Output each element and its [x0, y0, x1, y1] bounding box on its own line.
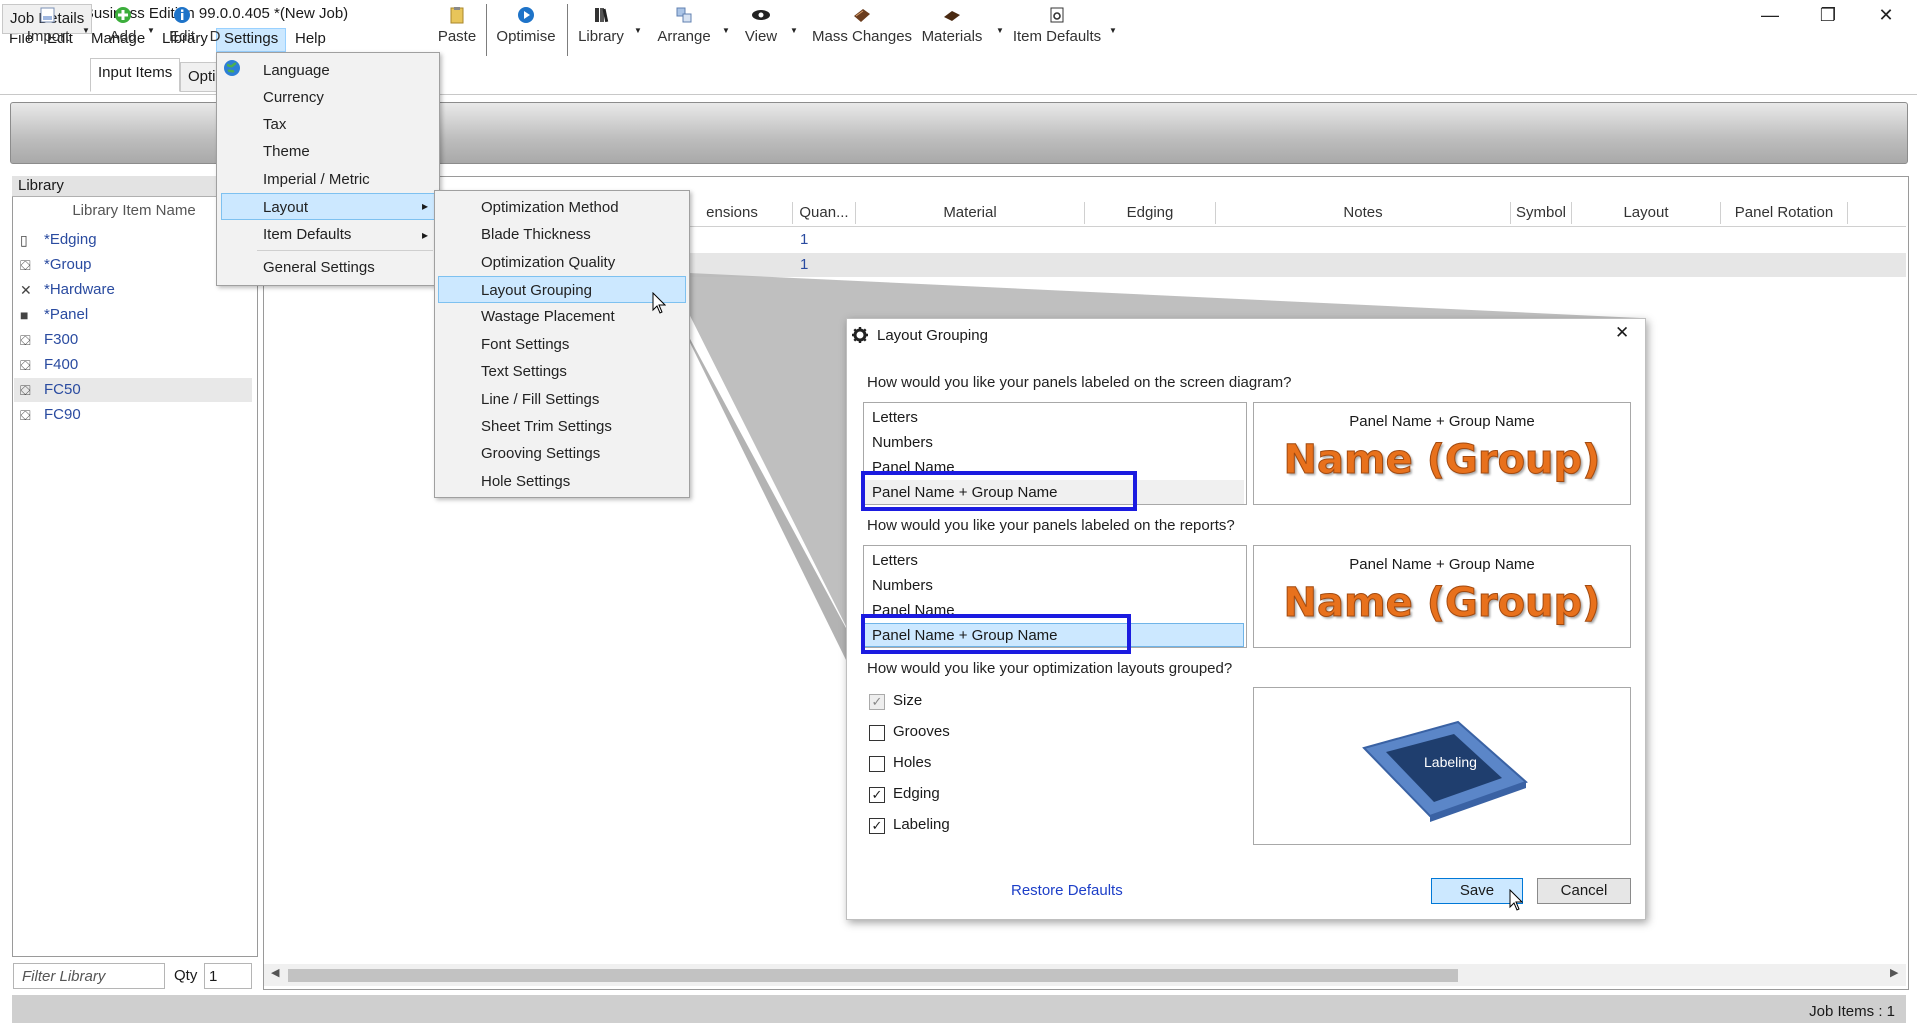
checkbox-holes-box[interactable] — [869, 756, 885, 772]
menu-item-blade-thickness[interactable]: Blade Thickness — [481, 221, 681, 248]
list-item[interactable]: Numbers — [872, 434, 933, 451]
list-item[interactable]: Letters — [872, 409, 918, 426]
preview-caption: Panel Name + Group Name — [1349, 556, 1535, 573]
menu-item-item-defaults[interactable]: Item Defaults — [263, 221, 433, 248]
menu-item-imperial-metric[interactable]: Imperial / Metric — [263, 166, 433, 193]
preview-sample: Name (Group) — [1283, 580, 1601, 627]
preview-sample: Name (Group) — [1283, 437, 1601, 484]
preview-caption: Panel Name + Group Name — [1349, 413, 1535, 430]
report-label-preview: Panel Name + Group Name Name (Group) — [1253, 545, 1631, 648]
menu-item-currency[interactable]: Currency — [263, 84, 433, 111]
dialog-title: Layout Grouping — [877, 327, 988, 344]
layout-submenu: Optimization Method Blade Thickness Opti… — [434, 190, 690, 498]
menu-item-optimization-method[interactable]: Optimization Method — [481, 194, 681, 221]
menu-item-line-fill-settings[interactable]: Line / Fill Settings — [481, 386, 681, 413]
gear-icon — [852, 327, 868, 343]
checkbox-grooves-box[interactable] — [869, 725, 885, 741]
grouping-preview: Labeling — [1253, 687, 1631, 845]
checkbox-size-box[interactable]: ✓ — [869, 694, 885, 710]
menu-item-layout[interactable]: Layout — [221, 193, 435, 220]
list-item[interactable]: Numbers — [872, 577, 933, 594]
list-item[interactable]: Letters — [872, 552, 918, 569]
highlight-box — [861, 471, 1137, 511]
screen-label-question: How would you like your panels labeled o… — [867, 374, 1292, 391]
mouse-cursor-icon — [652, 292, 666, 314]
cancel-button[interactable]: Cancel — [1537, 878, 1631, 904]
report-label-question: How would you like your panels labeled o… — [867, 517, 1235, 534]
screen-label-preview: Panel Name + Group Name Name (Group) — [1253, 402, 1631, 505]
submenu-arrow-icon: ▸ — [422, 199, 429, 213]
layout-grouping-dialog: Layout Grouping ✕ How would you like you… — [846, 318, 1646, 920]
globe-icon — [223, 59, 241, 77]
menu-item-layout-grouping[interactable]: Layout Grouping — [438, 276, 686, 303]
menu-item-sheet-trim-settings[interactable]: Sheet Trim Settings — [481, 413, 681, 440]
menu-item-wastage-placement[interactable]: Wastage Placement — [481, 303, 681, 330]
menu-item-language[interactable]: Language — [263, 57, 433, 84]
checkbox-edging-box[interactable]: ✓ — [869, 787, 885, 803]
settings-dropdown: Language Currency Tax Theme Imperial / M… — [216, 52, 440, 286]
menu-item-hole-settings[interactable]: Hole Settings — [481, 468, 681, 495]
menu-item-general-settings[interactable]: General Settings — [263, 254, 433, 281]
menu-item-tax[interactable]: Tax — [263, 111, 433, 138]
menu-item-text-settings[interactable]: Text Settings — [481, 358, 681, 385]
menu-item-optimization-quality[interactable]: Optimization Quality — [481, 249, 681, 276]
mouse-cursor-icon — [1509, 889, 1523, 911]
menu-item-font-settings[interactable]: Font Settings — [481, 331, 681, 358]
panel-illustration-label: Labeling — [1424, 754, 1477, 770]
submenu-arrow-icon: ▸ — [422, 228, 429, 242]
restore-defaults-link[interactable]: Restore Defaults — [1011, 882, 1123, 899]
grouping-question: How would you like your optimization lay… — [867, 660, 1233, 677]
highlight-box — [861, 614, 1131, 654]
menu-item-grooving-settings[interactable]: Grooving Settings — [481, 440, 681, 467]
menu-item-theme[interactable]: Theme — [263, 138, 433, 165]
checkbox-labeling-box[interactable]: ✓ — [869, 818, 885, 834]
menu-separator — [257, 250, 433, 251]
close-dialog-button[interactable]: ✕ — [1615, 323, 1629, 343]
